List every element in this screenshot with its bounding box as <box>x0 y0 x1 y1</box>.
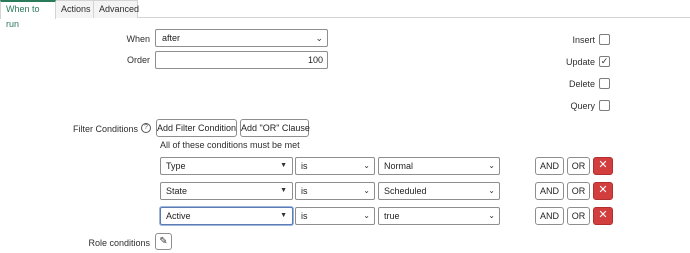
tab-advanced[interactable]: Advanced <box>94 0 139 18</box>
chevron-down-icon: ⌄ <box>363 161 370 170</box>
condition-operator-value: is <box>301 186 308 196</box>
delete-label: Delete <box>568 79 595 89</box>
or-button[interactable]: OR <box>567 182 590 200</box>
role-conditions-label: Role conditions <box>88 238 150 248</box>
condition-field-value: Type <box>166 161 186 171</box>
chevron-down-icon: ⌄ <box>488 161 495 170</box>
edit-role-conditions-button[interactable]: ✎ <box>155 233 172 250</box>
close-icon: ✕ <box>598 159 608 171</box>
delete-checkbox[interactable] <box>599 78 610 89</box>
condition-operator-value: is <box>301 161 308 171</box>
delete-condition-button[interactable]: ✕ <box>593 182 613 200</box>
and-button[interactable]: AND <box>535 207 564 225</box>
caret-down-icon: ▼ <box>280 187 287 194</box>
insert-label: Insert <box>572 35 595 45</box>
filter-conditions-label: Filter Conditions <box>72 124 138 134</box>
chevron-down-icon: ⌄ <box>488 211 495 220</box>
condition-value-value: Scheduled <box>384 186 427 196</box>
conditions-note: All of these conditions must be met <box>160 140 300 150</box>
help-icon[interactable]: ? <box>141 123 151 133</box>
when-value: after <box>162 33 181 43</box>
or-button[interactable]: OR <box>567 157 590 175</box>
chevron-down-icon: ⌄ <box>363 186 370 195</box>
chevron-down-icon: ⌄ <box>488 186 495 195</box>
condition-value-value: true <box>384 211 400 221</box>
condition-value-select[interactable]: true ⌄ <box>378 207 500 225</box>
tab-when-to-run[interactable]: When to run <box>0 0 56 29</box>
condition-field-value: State <box>166 186 188 196</box>
order-input[interactable]: 100 <box>155 51 328 69</box>
and-button[interactable]: AND <box>535 157 564 175</box>
or-button[interactable]: OR <box>567 207 590 225</box>
condition-field-select[interactable]: Type ▼ <box>160 157 293 175</box>
query-checkbox[interactable] <box>599 100 610 111</box>
when-select[interactable]: after ⌄ <box>155 29 328 47</box>
order-label: Order <box>126 55 150 65</box>
caret-down-icon: ▼ <box>280 162 287 169</box>
when-label: When <box>126 34 150 44</box>
query-label: Query <box>570 101 595 111</box>
chevron-down-icon: ⌄ <box>363 211 370 220</box>
add-filter-condition-button[interactable]: Add Filter Condition <box>156 119 237 137</box>
condition-operator-select[interactable]: is ⌄ <box>295 182 375 200</box>
condition-value-value: Normal <box>384 161 414 171</box>
condition-field-select[interactable]: State ▼ <box>160 182 293 200</box>
tab-actions[interactable]: Actions <box>56 0 94 18</box>
insert-checkbox[interactable] <box>599 34 610 45</box>
tab-bar: When to run Actions Advanced <box>0 0 690 29</box>
add-or-clause-button[interactable]: Add "OR" Clause <box>240 119 310 137</box>
condition-field-value: Active <box>166 211 191 221</box>
condition-operator-value: is <box>301 211 308 221</box>
chevron-down-icon: ⌄ <box>315 33 323 43</box>
pencil-icon: ✎ <box>159 236 168 247</box>
checkmark-icon: ✓ <box>600 56 609 66</box>
caret-down-icon: ▼ <box>280 212 287 219</box>
delete-condition-button[interactable]: ✕ <box>593 157 613 175</box>
and-button[interactable]: AND <box>535 182 564 200</box>
update-checkbox[interactable]: ✓ <box>599 56 610 67</box>
condition-operator-select[interactable]: is ⌄ <box>295 157 375 175</box>
condition-value-select[interactable]: Normal ⌄ <box>378 157 500 175</box>
delete-condition-button[interactable]: ✕ <box>593 207 613 225</box>
condition-value-select[interactable]: Scheduled ⌄ <box>378 182 500 200</box>
condition-field-select[interactable]: Active ▼ <box>160 207 293 225</box>
update-label: Update <box>565 57 595 67</box>
close-icon: ✕ <box>598 209 608 221</box>
close-icon: ✕ <box>598 184 608 196</box>
condition-operator-select[interactable]: is ⌄ <box>295 207 375 225</box>
